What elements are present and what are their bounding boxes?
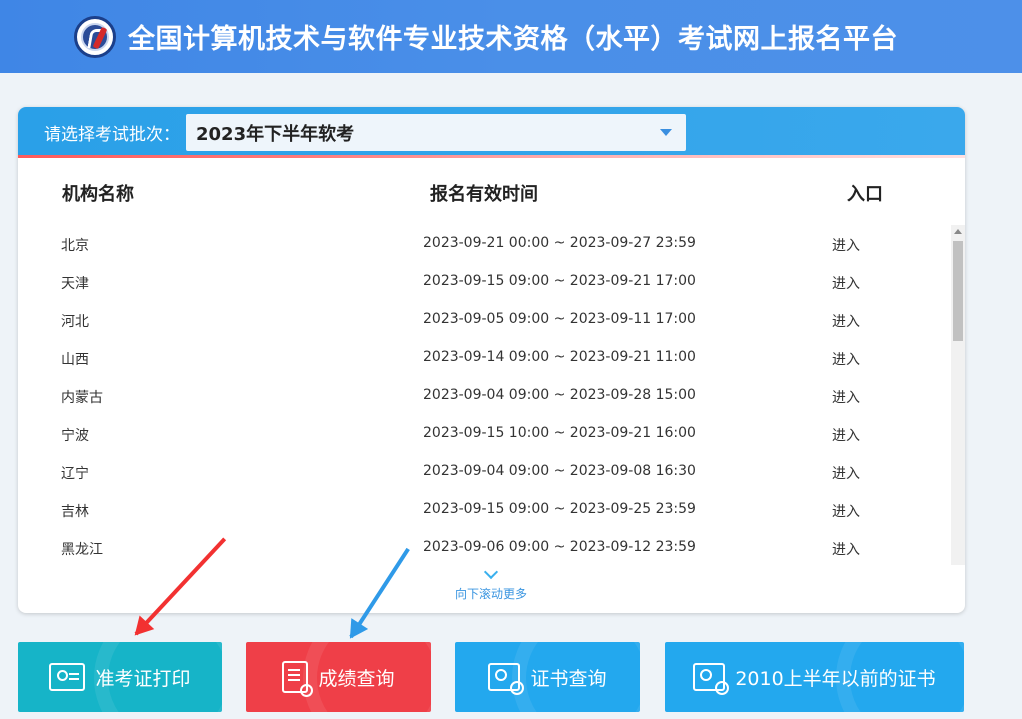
- institution-name: 宁波: [61, 428, 89, 444]
- entry-link[interactable]: 进入: [832, 387, 860, 407]
- scrollbar-thumb[interactable]: [953, 241, 963, 341]
- table-row: 天津 2023-09-15 09:00 ~ 2023-09-21 17:00 进入: [18, 263, 948, 301]
- admit-card-print-label: 准考证打印: [95, 667, 191, 690]
- table-row: 宁波 2023-09-15 10:00 ~ 2023-09-21 16:00 进入: [18, 415, 948, 453]
- document-search-icon: [282, 661, 314, 697]
- admit-card-print-button[interactable]: 准考证打印: [18, 642, 222, 712]
- scroll-more-hint[interactable]: 向下滚动更多: [448, 564, 534, 602]
- table-row: 北京 2023-09-21 00:00 ~ 2023-09-27 23:59 进入: [18, 225, 948, 263]
- institution-name: 吉林: [61, 504, 89, 520]
- list-scrollbar[interactable]: [951, 225, 965, 565]
- table-row: 黑龙江 2023-09-06 09:00 ~ 2023-09-12 23:59 进入: [18, 529, 948, 567]
- batch-selected-value: 2023年下半年软考: [196, 123, 355, 145]
- page-header: 全国计算机技术与软件专业技术资格（水平）考试网上报名平台: [0, 0, 1022, 73]
- institution-name: 北京: [61, 238, 89, 254]
- table-row: 吉林 2023-09-15 09:00 ~ 2023-09-25 23:59 进入: [18, 491, 948, 529]
- registration-time: 2023-09-21 00:00 ~ 2023-09-27 23:59: [423, 235, 696, 251]
- table-row: 河北 2023-09-05 09:00 ~ 2023-09-11 17:00 进入: [18, 301, 948, 339]
- caret-down-icon[interactable]: [660, 129, 672, 136]
- batch-select[interactable]: 2023年下半年软考: [186, 114, 686, 151]
- old-certificate-label: 2010上半年以前的证书: [735, 667, 936, 690]
- entry-link[interactable]: 进入: [832, 349, 860, 369]
- score-query-label: 成绩查询: [318, 667, 395, 690]
- institution-name: 内蒙古: [61, 390, 103, 406]
- registration-panel: 请选择考试批次： 2023年下半年软考 机构名称 报名有效时间 入口 北京 202…: [18, 107, 965, 613]
- registration-time: 2023-09-06 09:00 ~ 2023-09-12 23:59: [423, 539, 696, 555]
- scroll-more-label: 向下滚动更多: [454, 587, 527, 601]
- registration-time: 2023-09-15 09:00 ~ 2023-09-21 17:00: [423, 273, 696, 289]
- registration-time: 2023-09-04 09:00 ~ 2023-09-08 16:30: [423, 463, 696, 479]
- score-query-button[interactable]: 成绩查询: [246, 642, 431, 712]
- certificate-search-icon: [488, 663, 525, 695]
- registration-time: 2023-09-05 09:00 ~ 2023-09-11 17:00: [423, 311, 696, 327]
- entry-link[interactable]: 进入: [832, 463, 860, 483]
- institution-name: 黑龙江: [61, 542, 103, 558]
- table-row: 山西 2023-09-14 09:00 ~ 2023-09-21 11:00 进入: [18, 339, 948, 377]
- institution-list: 北京 2023-09-21 00:00 ~ 2023-09-27 23:59 进入 …: [18, 225, 948, 567]
- registration-time: 2023-09-14 09:00 ~ 2023-09-21 11:00: [423, 349, 696, 365]
- registration-time: 2023-09-04 09:00 ~ 2023-09-28 15:00: [423, 387, 696, 403]
- batch-label: 请选择考试批次：: [44, 125, 180, 145]
- chevron-down-icon: [483, 564, 499, 580]
- institution-name: 河北: [61, 314, 89, 330]
- entry-link[interactable]: 进入: [832, 539, 860, 559]
- page-title: 全国计算机技术与软件专业技术资格（水平）考试网上报名平台: [128, 24, 898, 55]
- column-header-name: 机构名称: [62, 184, 134, 205]
- entry-link[interactable]: 进入: [832, 425, 860, 445]
- old-certificate-button[interactable]: 2010上半年以前的证书: [665, 642, 964, 712]
- batch-bar: 请选择考试批次： 2023年下半年软考: [18, 107, 965, 158]
- id-card-icon: [49, 663, 86, 691]
- entry-link[interactable]: 进入: [832, 273, 860, 293]
- table-row: 内蒙古 2023-09-04 09:00 ~ 2023-09-28 15:00 进入: [18, 377, 948, 415]
- column-header-time: 报名有效时间: [430, 184, 538, 205]
- institution-name: 天津: [61, 276, 89, 292]
- certificate-query-label: 证书查询: [530, 667, 607, 690]
- certificate-query-button[interactable]: 证书查询: [455, 642, 640, 712]
- certificate-search-icon: [693, 663, 730, 695]
- registration-time: 2023-09-15 10:00 ~ 2023-09-21 16:00: [423, 425, 696, 441]
- exam-logo-icon: [74, 15, 116, 58]
- entry-link[interactable]: 进入: [832, 311, 860, 331]
- table-row: 辽宁 2023-09-04 09:00 ~ 2023-09-08 16:30 进入: [18, 453, 948, 491]
- entry-link[interactable]: 进入: [832, 235, 860, 255]
- institution-name: 山西: [61, 352, 89, 368]
- institution-name: 辽宁: [61, 466, 89, 482]
- scroll-up-arrow-icon[interactable]: [954, 229, 962, 234]
- registration-time: 2023-09-15 09:00 ~ 2023-09-25 23:59: [423, 501, 696, 517]
- entry-link[interactable]: 进入: [832, 501, 860, 521]
- column-header-entry: 入口: [847, 184, 883, 205]
